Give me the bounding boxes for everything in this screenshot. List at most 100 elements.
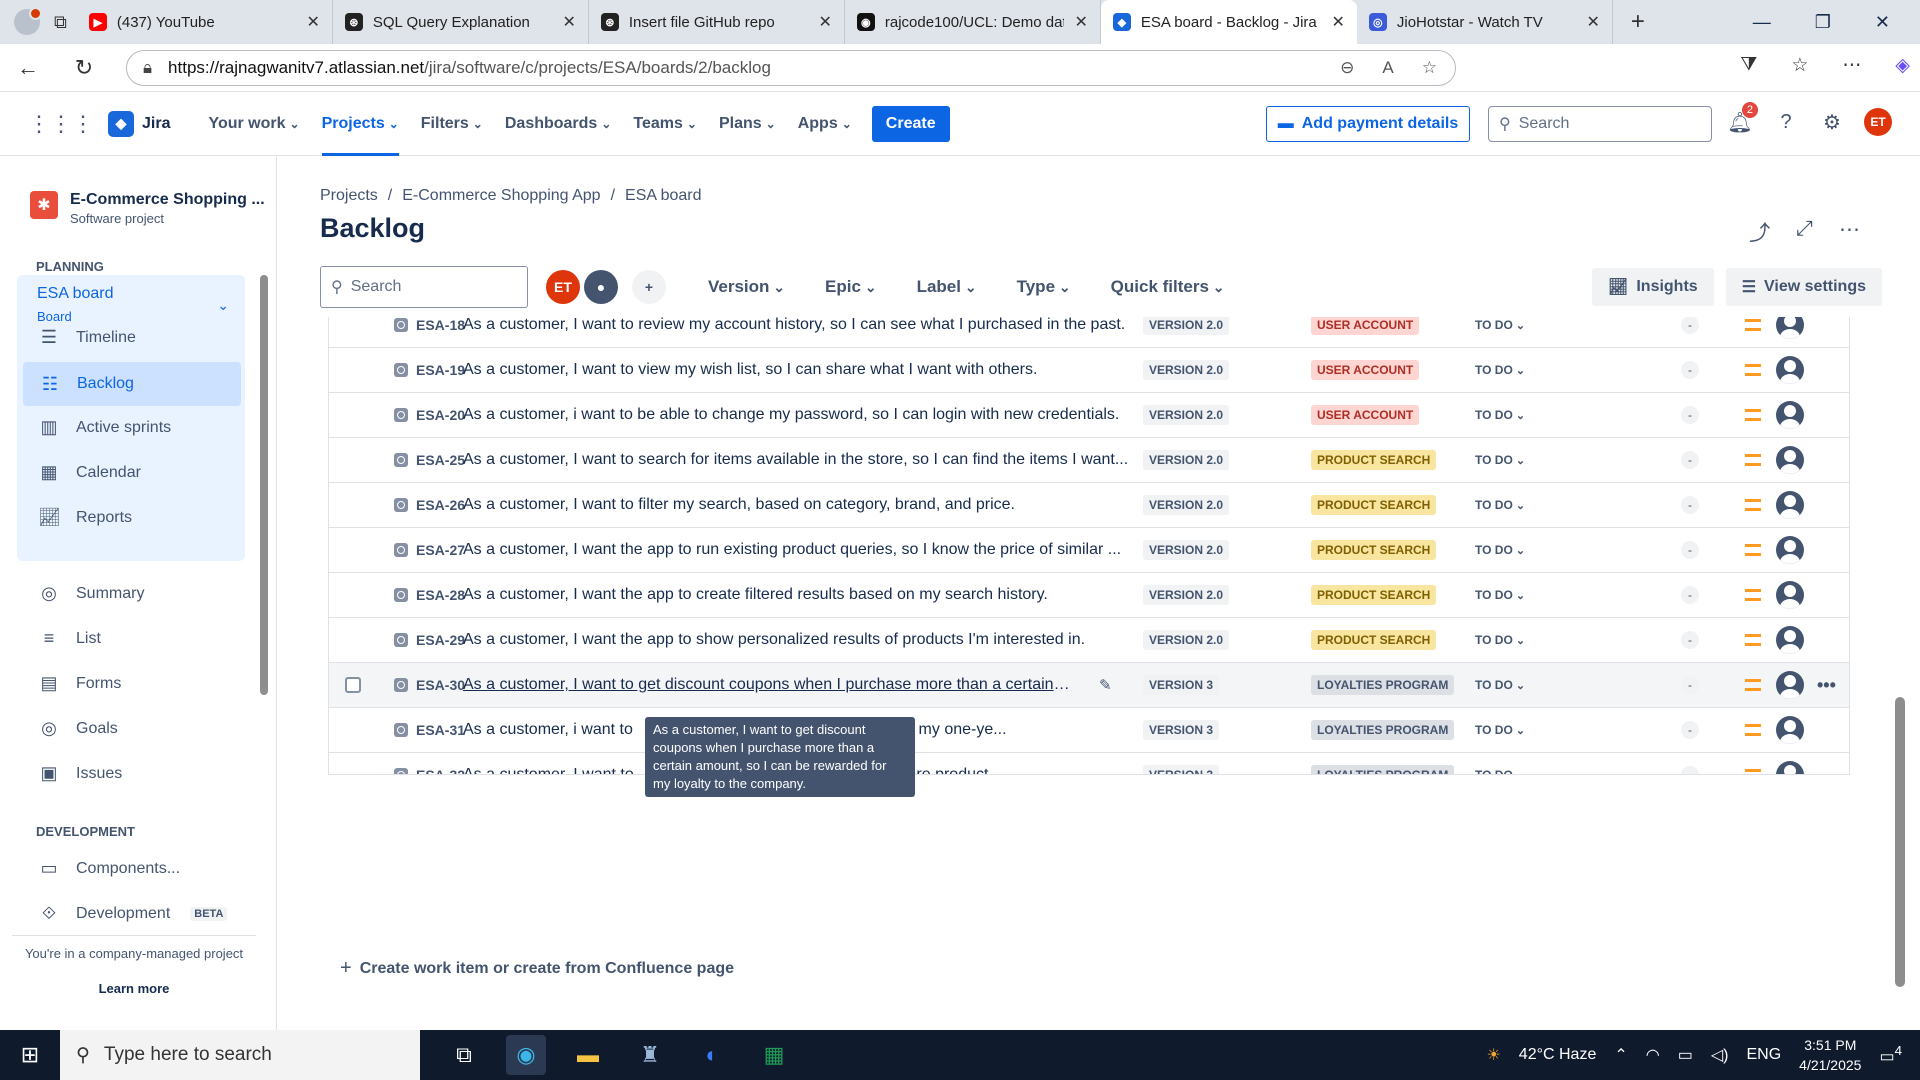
epic-lozenge[interactable]: PRODUCT SEARCH: [1311, 450, 1437, 470]
status-dropdown[interactable]: TO DO: [1475, 408, 1525, 422]
edit-pencil-icon[interactable]: ✎: [1099, 676, 1112, 694]
zoom-out-icon[interactable]: ⊖: [1340, 58, 1354, 78]
unassigned-avatar-icon[interactable]: [1776, 317, 1804, 339]
breadcrumb-item[interactable]: Projects: [320, 187, 378, 205]
chevron-down-icon[interactable]: ⌄: [217, 297, 229, 314]
issue-key[interactable]: ESA-20: [416, 407, 465, 423]
favorites-icon[interactable]: ☆: [1791, 54, 1808, 77]
unassigned-avatar-icon[interactable]: ●: [584, 270, 618, 304]
share-icon[interactable]: ⤴: [1749, 217, 1770, 247]
filter-epic[interactable]: Epic: [825, 277, 877, 297]
nav-your-work[interactable]: Your work ⌄: [208, 92, 299, 156]
issue-summary[interactable]: As a customer, I want the app to create …: [463, 586, 1141, 604]
sidebar-item-list[interactable]: ≡ List: [38, 628, 101, 649]
nav-apps[interactable]: Apps ⌄: [798, 92, 852, 156]
unassigned-avatar-icon[interactable]: [1776, 671, 1804, 699]
story-points-estimate[interactable]: -: [1681, 631, 1699, 649]
unassigned-avatar-icon[interactable]: [1776, 401, 1804, 429]
browser-tab[interactable]: ⊛ Insert file GitHub repo ✕: [589, 0, 845, 44]
nav-teams[interactable]: Teams ⌄: [633, 92, 697, 156]
status-dropdown[interactable]: TO DO: [1475, 363, 1525, 377]
settings-gear-icon[interactable]: ⚙: [1818, 108, 1846, 136]
table-row[interactable]: ESA-19 As a customer, I want to view my w…: [329, 348, 1849, 393]
unassigned-avatar-icon[interactable]: [1776, 626, 1804, 654]
url-field[interactable]: 🔒︎ https://rajnagwanitv7.atlassian.net/j…: [126, 50, 1456, 86]
more-menu-icon[interactable]: ⋯: [1842, 54, 1861, 77]
status-dropdown[interactable]: TO DO: [1475, 678, 1525, 692]
weather-text[interactable]: 42°C Haze: [1519, 1046, 1597, 1064]
issue-summary[interactable]: As a customer, I want to review my accou…: [463, 317, 1141, 334]
minimize-icon[interactable]: —: [1753, 12, 1771, 33]
filter-label[interactable]: Label: [917, 277, 977, 297]
create-work-item-button[interactable]: + Create work item or create from Conflu…: [340, 957, 734, 980]
issue-summary[interactable]: As a customer, I want to get discount co…: [463, 676, 1073, 694]
chevron-up-icon[interactable]: ⌃: [1614, 1045, 1627, 1065]
project-header[interactable]: ✱ E-Commerce Shopping ... Software proje…: [30, 191, 265, 226]
volume-icon[interactable]: ◁): [1711, 1045, 1729, 1065]
unassigned-avatar-icon[interactable]: [1776, 446, 1804, 474]
insights-button[interactable]: 📈︎ Insights: [1592, 268, 1714, 306]
status-dropdown[interactable]: TO DO: [1475, 453, 1525, 467]
issue-key[interactable]: ESA-18: [416, 317, 465, 333]
story-points-estimate[interactable]: -: [1681, 496, 1699, 514]
sidebar-item-components[interactable]: ▭ Components...: [38, 858, 180, 879]
fix-version-lozenge[interactable]: VERSION 2.0: [1143, 495, 1230, 515]
sidebar-scrollbar[interactable]: [260, 255, 268, 915]
status-dropdown[interactable]: TO DO: [1475, 633, 1525, 647]
browser-tab[interactable]: ◎ JioHotstar - Watch TV ✕: [1357, 0, 1613, 44]
issue-summary[interactable]: As a customer, I want to search for item…: [463, 451, 1141, 469]
epic-lozenge[interactable]: PRODUCT SEARCH: [1311, 630, 1437, 650]
fix-version-lozenge[interactable]: VERSION 2.0: [1143, 585, 1230, 605]
notification-center-icon[interactable]: ▭4: [1879, 1043, 1902, 1066]
global-search-input[interactable]: ⚲ Search: [1488, 106, 1712, 142]
copilot-icon[interactable]: ◈: [1895, 54, 1910, 77]
story-points-estimate[interactable]: -: [1681, 317, 1699, 334]
epic-lozenge[interactable]: USER ACCOUNT: [1311, 360, 1420, 380]
add-payment-button[interactable]: ▬ Add payment details: [1266, 106, 1470, 142]
status-dropdown[interactable]: TO DO: [1475, 588, 1525, 602]
story-points-estimate[interactable]: -: [1681, 541, 1699, 559]
issue-key[interactable]: ESA-29: [416, 632, 465, 648]
nav-filters[interactable]: Filters ⌄: [421, 92, 483, 156]
table-row[interactable]: ESA-27 As a customer, I want the app to r…: [329, 528, 1849, 573]
tab-actions-icon[interactable]: ⧉: [54, 12, 67, 33]
sidebar-item-backlog[interactable]: ☷ Backlog: [23, 362, 241, 406]
epic-lozenge[interactable]: LOYALTIES PROGRAM: [1311, 675, 1455, 695]
sidebar-item-reports[interactable]: 📈︎ Reports: [38, 507, 132, 528]
taskbar-search[interactable]: ⚲ Type here to search: [60, 1030, 420, 1080]
restore-icon[interactable]: ❐: [1815, 12, 1831, 33]
browser-tab[interactable]: ⊛ SQL Query Explanation ✕: [333, 0, 589, 44]
breadcrumb-item[interactable]: E-Commerce Shopping App: [402, 187, 600, 205]
windows-start-icon[interactable]: ⊞: [0, 1042, 60, 1068]
unassigned-avatar-icon[interactable]: [1776, 716, 1804, 744]
tab-close-icon[interactable]: ✕: [306, 12, 319, 32]
fix-version-lozenge[interactable]: VERSION 2.0: [1143, 360, 1230, 380]
story-points-estimate[interactable]: -: [1681, 676, 1699, 694]
status-dropdown[interactable]: TO DO: [1475, 498, 1525, 512]
status-dropdown[interactable]: TO DO: [1475, 543, 1525, 557]
issue-key[interactable]: ESA-31: [416, 722, 465, 738]
add-people-icon[interactable]: +: [632, 270, 666, 304]
row-more-icon[interactable]: •••: [1817, 675, 1836, 696]
media-app-icon[interactable]: ◐: [692, 1035, 732, 1075]
unassigned-avatar-icon[interactable]: [1776, 356, 1804, 384]
jira-logo[interactable]: ◆ Jira: [108, 110, 170, 137]
issue-summary[interactable]: As a customer, I want to filter my searc…: [463, 496, 1141, 514]
tab-close-icon[interactable]: ✕: [1331, 12, 1344, 32]
clock[interactable]: 3:51 PM 4/21/2025: [1799, 1035, 1861, 1075]
weather-icon[interactable]: ☀: [1486, 1045, 1500, 1065]
table-row[interactable]: ESA-29 As a customer, I want the app to s…: [329, 618, 1849, 663]
epic-lozenge[interactable]: PRODUCT SEARCH: [1311, 585, 1437, 605]
filter-type[interactable]: Type: [1017, 277, 1071, 297]
issue-summary[interactable]: As a customer, I want to view my wish li…: [463, 361, 1141, 379]
filter-version[interactable]: Version: [708, 277, 785, 297]
sidebar-item-issues[interactable]: ▣ Issues: [38, 763, 122, 784]
fix-version-lozenge[interactable]: VERSION 2.0: [1143, 630, 1230, 650]
file-explorer-icon[interactable]: ▬: [568, 1035, 608, 1075]
table-row[interactable]: ESA-28 As a customer, I want the app to c…: [329, 573, 1849, 618]
fix-version-lozenge[interactable]: VERSION 2.0: [1143, 317, 1230, 335]
sidebar-item-summary[interactable]: ◎ Summary: [38, 583, 144, 604]
language-indicator[interactable]: ENG: [1746, 1046, 1781, 1064]
tab-close-icon[interactable]: ✕: [1586, 12, 1599, 32]
fullscreen-icon[interactable]: ⤢: [1796, 217, 1813, 247]
